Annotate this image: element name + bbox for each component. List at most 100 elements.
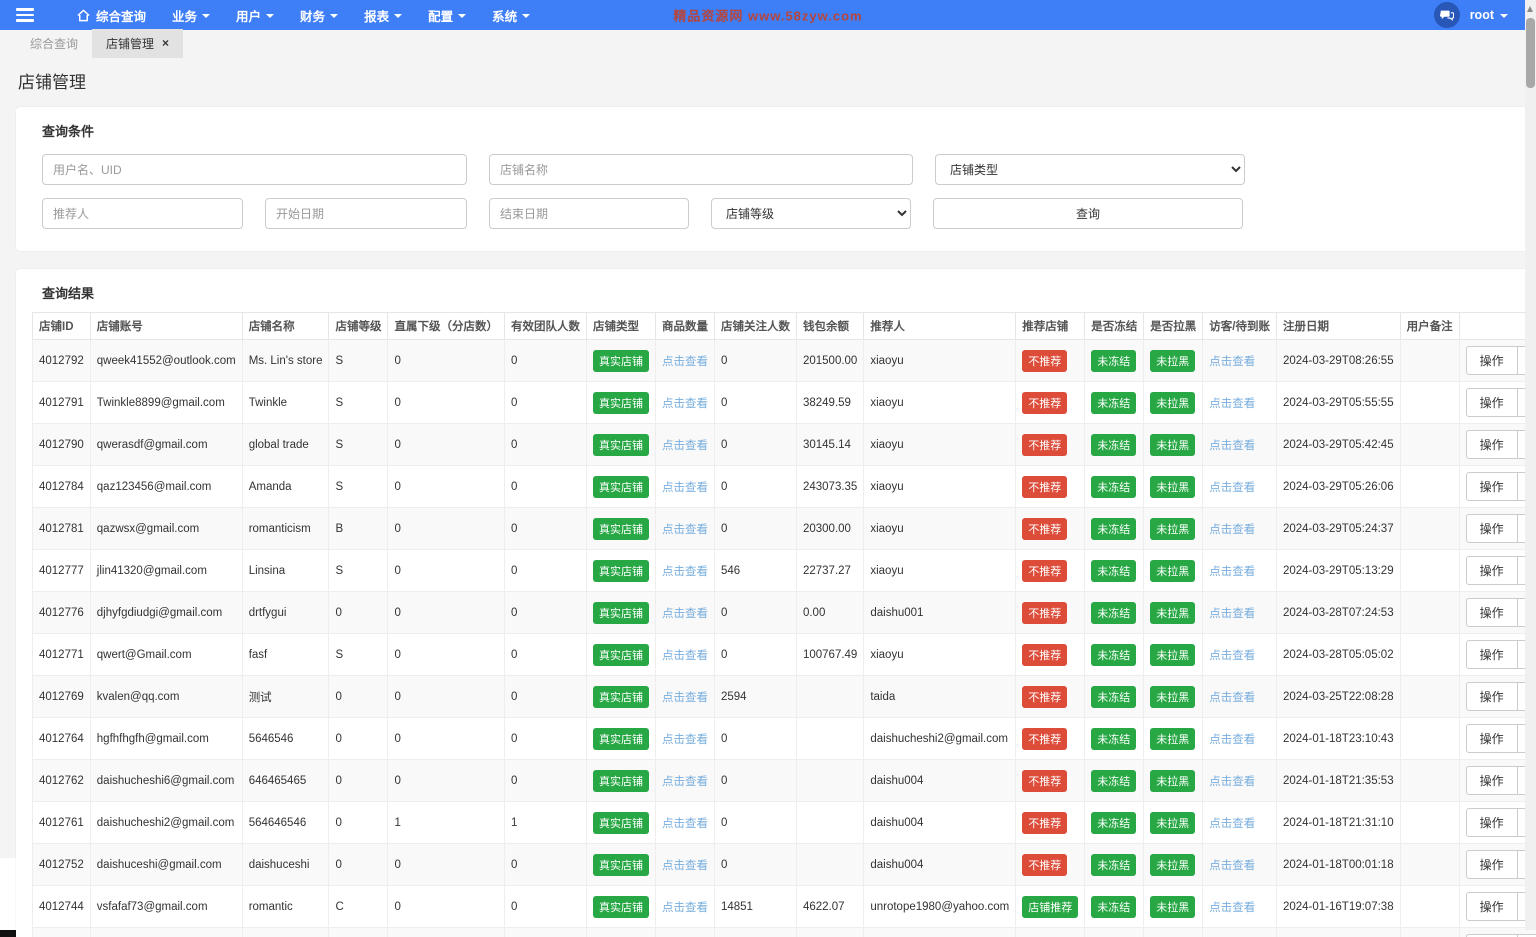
goods-view-link[interactable]: 点击查看 — [662, 398, 708, 410]
goods-view-link[interactable]: 点击查看 — [662, 524, 708, 536]
visitors-view-link[interactable]: 点击查看 — [1209, 566, 1255, 578]
store-type-select[interactable]: 店铺类型 — [935, 154, 1245, 185]
table-header-row: 店铺ID 店铺账号 店铺名称 店铺等级 直属下级（分店数） 有效团队人数 店铺类型 商品数量店… — [32, 312, 1536, 340]
nav-item[interactable]: 财务 — [300, 6, 339, 25]
action-button[interactable]: 操作 — [1465, 598, 1518, 627]
chevron-down-icon — [266, 13, 275, 18]
goods-view-link[interactable]: 点击查看 — [662, 482, 708, 494]
goods-view-link[interactable]: 点击查看 — [662, 818, 708, 830]
nav-item[interactable]: 配置 — [428, 6, 467, 25]
start-date-input[interactable] — [265, 198, 467, 229]
visitors-view-link[interactable]: 点击查看 — [1209, 356, 1255, 368]
visitors-view-link[interactable]: 点击查看 — [1209, 398, 1255, 410]
navbar-right: root — [1433, 2, 1508, 28]
blacklist-badge: 未拉黑 — [1150, 601, 1196, 624]
scroll-up-arrow-icon[interactable] — [1527, 6, 1533, 12]
action-button[interactable]: 操作 — [1465, 430, 1518, 459]
tab-store-management[interactable]: 店铺管理 × — [92, 28, 184, 58]
goods-view-link[interactable]: 点击查看 — [662, 650, 708, 662]
action-button[interactable]: 操作 — [1465, 388, 1518, 417]
cell-referrer: daishu001 — [863, 591, 1017, 634]
nav-item[interactable]: 系统 — [492, 6, 531, 25]
action-button[interactable]: 操作 — [1465, 346, 1518, 375]
nav-item[interactable]: 报表 — [364, 6, 403, 25]
visitors-view-link[interactable]: 点击查看 — [1209, 734, 1255, 746]
close-icon[interactable]: × — [162, 36, 169, 50]
username-uid-input[interactable] — [42, 154, 467, 185]
search-button[interactable]: 查询 — [933, 198, 1243, 229]
cell-followers: 0 — [713, 423, 797, 466]
cell-wallet-balance: 243073.35 — [795, 465, 865, 508]
cell-store-account: djhyfgdiudgi@gmail.com — [89, 591, 243, 634]
tab-label: 店铺管理 — [106, 36, 155, 51]
goods-view-link[interactable]: 点击查看 — [662, 356, 708, 368]
action-button[interactable]: 操作 — [1465, 556, 1518, 585]
frozen-badge: 未冻结 — [1091, 391, 1137, 414]
tab-combined-query[interactable]: 综合查询 — [16, 29, 92, 58]
cell-store-name: 564646546 — [241, 801, 330, 844]
recommend-badge: 不推荐 — [1022, 349, 1068, 372]
action-button[interactable]: 操作 — [1465, 892, 1518, 921]
nav-item[interactable]: 综合查询 — [76, 6, 146, 25]
visitors-view-link[interactable]: 点击查看 — [1209, 524, 1255, 536]
action-button[interactable]: 操作 — [1465, 682, 1518, 711]
goods-view-link[interactable]: 点击查看 — [662, 860, 708, 872]
goods-view-link[interactable]: 点击查看 — [662, 608, 708, 620]
cell-store-level: 0 — [328, 801, 389, 844]
store-name-input[interactable] — [489, 154, 913, 185]
cell-team-count: 0 — [503, 675, 587, 718]
cell-store-level: S — [328, 465, 389, 508]
cell-team-count: 0 — [503, 549, 587, 592]
table-row: 4012777 jlin41320@gmail.com Linsina S 0 0 真实店铺… — [32, 549, 1536, 592]
top-navbar: 综合查询 业务 用户 财务 报表 配置 系统 精品资源网 www.58zyw.com roo… — [0, 0, 1536, 30]
visitors-view-link[interactable]: 点击查看 — [1209, 692, 1255, 704]
action-button[interactable]: 操作 — [1465, 472, 1518, 501]
visitors-view-link[interactable]: 点击查看 — [1209, 440, 1255, 452]
store-level-select[interactable]: 店铺等级 — [711, 198, 911, 229]
cell-wallet-balance — [795, 801, 865, 844]
visitors-view-link[interactable]: 点击查看 — [1209, 776, 1255, 788]
visitors-view-link[interactable]: 点击查看 — [1209, 650, 1255, 662]
table-body: 4012792 qweek41552@outlook.com Ms. Lin's s… — [32, 339, 1536, 937]
action-button[interactable]: 操作 — [1465, 766, 1518, 795]
goods-view-link[interactable]: 点击查看 — [662, 440, 708, 452]
page-title: 店铺管理 — [18, 73, 86, 92]
visitors-view-link[interactable]: 点击查看 — [1209, 818, 1255, 830]
cell-wallet-balance: 30145.14 — [795, 423, 865, 466]
recommend-badge: 不推荐 — [1022, 433, 1068, 456]
cell-user-note — [1399, 507, 1460, 550]
scrollbar-thumb[interactable] — [1526, 18, 1535, 88]
referrer-input[interactable] — [42, 198, 243, 229]
action-button[interactable]: 操作 — [1465, 514, 1518, 543]
cell-store-level: 0 — [328, 717, 389, 760]
action-button[interactable]: 操作 — [1465, 640, 1518, 669]
goods-view-link[interactable]: 点击查看 — [662, 902, 708, 914]
goods-view-link[interactable]: 点击查看 — [662, 566, 708, 578]
action-button[interactable]: 操作 — [1465, 850, 1518, 879]
cell-followers: 0 — [713, 633, 797, 676]
nav-item[interactable]: 业务 — [172, 6, 211, 25]
window-scrollbar[interactable] — [1525, 0, 1536, 930]
hamburger-menu-icon[interactable] — [0, 0, 50, 30]
chat-button[interactable] — [1433, 2, 1460, 28]
user-dropdown[interactable]: root — [1470, 8, 1508, 22]
end-date-input[interactable] — [489, 198, 689, 229]
goods-view-link[interactable]: 点击查看 — [662, 776, 708, 788]
nav-item-label: 系统 — [492, 9, 518, 24]
action-button[interactable]: 操作 — [1465, 724, 1518, 753]
store-type-badge: 真实店铺 — [592, 391, 649, 414]
chevron-down-icon — [202, 13, 211, 18]
cell-store-account: daishuceshi@gmail.com — [89, 843, 243, 886]
cell-user-note — [1399, 633, 1460, 676]
visitors-view-link[interactable]: 点击查看 — [1209, 608, 1255, 620]
column-header: 店铺名称 — [241, 312, 330, 340]
goods-view-link[interactable]: 点击查看 — [662, 734, 708, 746]
nav-item[interactable]: 用户 — [236, 6, 275, 25]
visitors-view-link[interactable]: 点击查看 — [1209, 902, 1255, 914]
visitors-view-link[interactable]: 点击查看 — [1209, 860, 1255, 872]
cell-referrer: unrotope1980@yahoo.com — [863, 885, 1017, 928]
goods-view-link[interactable]: 点击查看 — [662, 692, 708, 704]
visitors-view-link[interactable]: 点击查看 — [1209, 482, 1255, 494]
action-button[interactable]: 操作 — [1465, 808, 1518, 837]
cell-store-account: qwert@Gmail.com — [89, 633, 243, 676]
